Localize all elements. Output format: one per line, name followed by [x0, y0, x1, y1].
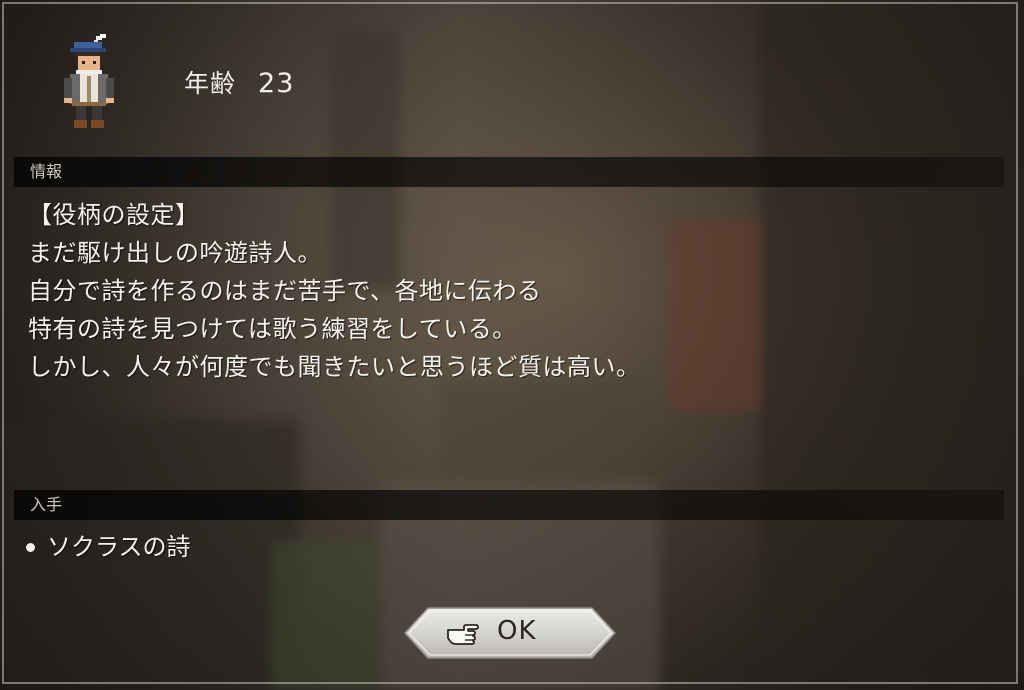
age-row: 年齢 23 [184, 64, 294, 100]
description-line: まだ駆け出しの吟遊詩人。 [28, 239, 322, 267]
bullet-icon [26, 542, 35, 552]
pointing-hand-icon [447, 624, 479, 645]
description-line: 【役柄の設定】 [28, 201, 200, 229]
acquire-item-label: ソクラスの詩 [47, 533, 191, 561]
acquire-list-item: ソクラスの詩 [26, 528, 191, 566]
background-banner [670, 220, 760, 410]
background-building [760, 0, 1024, 690]
acquire-section-header: 入手 [14, 490, 1004, 520]
ok-button[interactable]: OK [404, 607, 616, 659]
info-description: 【役柄の設定】 まだ駆け出しの吟遊詩人。 自分で詩を作るのはまだ苦手で、各地に伝… [28, 196, 641, 386]
bard-sprite-icon [64, 34, 114, 128]
age-value: 23 [258, 68, 295, 99]
description-line: しかし、人々が何度でも聞きたいと思うほど質は高い。 [28, 353, 641, 381]
description-line: 特有の詩を見つけては歌う練習をしている。 [28, 315, 517, 343]
ok-button-label: OK [497, 616, 537, 646]
info-section-header: 情報 [14, 157, 1004, 187]
background-tree [270, 540, 380, 690]
description-line: 自分で詩を作るのはまだ苦手で、各地に伝わる [28, 277, 542, 305]
age-label: 年齢 [184, 69, 237, 98]
game-screen: 年齢 23 情報 【役柄の設定】 まだ駆け出しの吟遊詩人。 自分で詩を作るのはま… [0, 0, 1024, 690]
